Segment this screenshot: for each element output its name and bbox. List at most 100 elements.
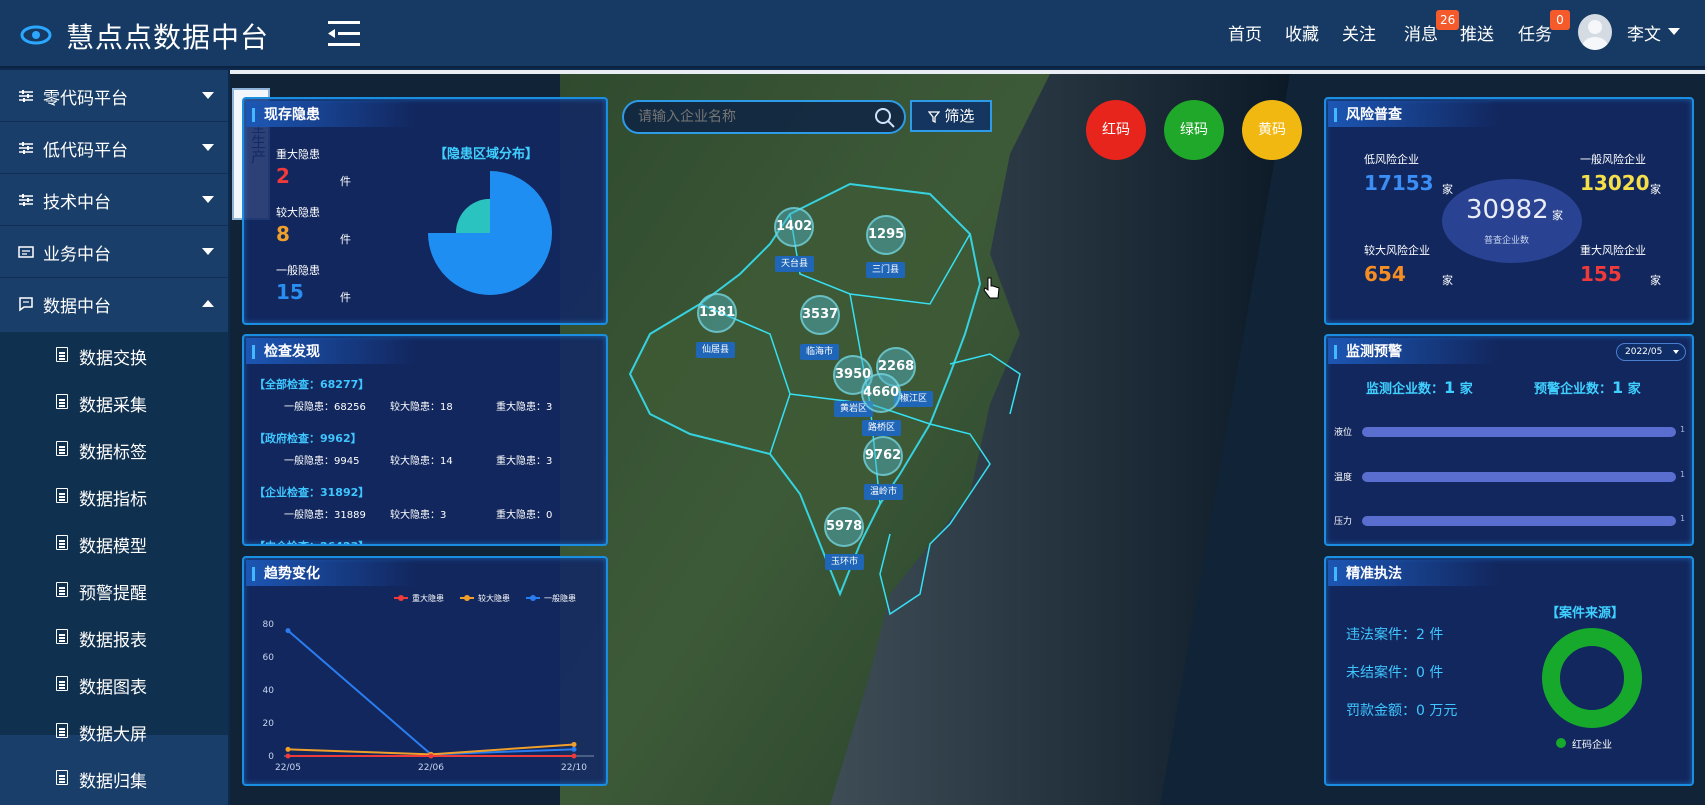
bar-end-value: 1 <box>1680 425 1686 434</box>
map-cluster[interactable]: 9762 <box>863 436 903 476</box>
city-label[interactable]: 玉环市 <box>825 554 865 570</box>
monitored-label: 监测企业数： <box>1366 382 1445 397</box>
sidebar-group-zero-code[interactable]: 零代码平台 <box>0 70 228 122</box>
pie-title: 【隐患区域分布】 <box>434 147 539 162</box>
sliders-icon <box>19 142 33 154</box>
bar-label: 液位 <box>1334 428 1353 438</box>
hazard-label: 一般隐患 <box>276 264 320 277</box>
risk-low-value: 17153 <box>1364 171 1434 195</box>
level-bar <box>1362 427 1676 437</box>
sidebar-item-data-collection[interactable]: 数据采集 <box>0 379 228 426</box>
search-input[interactable] <box>638 106 858 128</box>
chevron-down-icon <box>202 92 214 99</box>
top-bar: 慧点点数据中台 首页 收藏 关注 消息 26 推送 任务 0 李文 <box>0 0 1705 68</box>
data-point[interactable] <box>428 753 434 759</box>
sidebar-item-reports[interactable]: 数据报表 <box>0 614 228 661</box>
sidebar-item-data-model[interactable]: 数据模型 <box>0 520 228 567</box>
menu-collapse-icon[interactable] <box>326 19 362 49</box>
sidebar-item-label: 数据指标 <box>79 490 147 510</box>
monitored-unit: 家 <box>1459 382 1473 397</box>
nav-messages[interactable]: 消息 <box>1404 20 1438 45</box>
inspection-heading: 【企业检查：31892】 <box>254 486 370 499</box>
data-point[interactable] <box>571 753 577 759</box>
sidebar-item-data-archive[interactable]: 数据归集 <box>0 755 228 802</box>
filter-button[interactable]: 筛选 <box>910 100 992 132</box>
nav-tasks[interactable]: 任务 <box>1518 20 1552 45</box>
city-label[interactable]: 天台县 <box>775 256 815 272</box>
hazard-unit: 件 <box>340 291 351 304</box>
sidebar-item-data-metrics[interactable]: 数据指标 <box>0 473 228 520</box>
city-label[interactable]: 临海市 <box>800 344 840 360</box>
data-point[interactable] <box>285 746 291 752</box>
search-icon[interactable] <box>874 107 896 129</box>
chevron-down-icon <box>202 248 214 255</box>
sidebar-group-low-code[interactable]: 低代码平台 <box>0 122 228 174</box>
risk-major-value: 155 <box>1580 262 1622 286</box>
pie-slice[interactable] <box>455 198 490 233</box>
sidebar-item-data-exchange[interactable]: 数据交换 <box>0 332 228 379</box>
donut-slice[interactable] <box>1542 628 1642 728</box>
user-name[interactable]: 李文 <box>1627 20 1661 45</box>
sidebar-group-tech[interactable]: 技术中台 <box>0 174 228 226</box>
messages-badge: 26 <box>1436 10 1460 30</box>
legend-marker <box>530 595 536 601</box>
sidebar-item-label: 数据标签 <box>79 443 147 463</box>
nav-home[interactable]: 首页 <box>1228 20 1262 45</box>
sidebar-item-charts[interactable]: 数据图表 <box>0 661 228 708</box>
red-code-button[interactable]: 红码 <box>1086 100 1146 160</box>
hazard-pie-chart[interactable] <box>420 163 560 303</box>
risk-larger-value: 654 <box>1364 262 1406 286</box>
nav-favorites[interactable]: 收藏 <box>1285 20 1319 45</box>
hazard-unit: 件 <box>340 233 351 246</box>
y-tick-label: 60 <box>263 653 275 663</box>
nav-follow[interactable]: 关注 <box>1342 20 1376 45</box>
yellow-code-button[interactable]: 黄码 <box>1242 100 1302 160</box>
inspection-larger: 较大隐患：14 <box>390 456 453 467</box>
sidebar-group-business[interactable]: 业务中台 <box>0 226 228 278</box>
document-icon <box>56 676 68 691</box>
panel-title: 精准执法 <box>1334 562 1402 586</box>
map-cluster[interactable]: 1381 <box>697 293 737 333</box>
city-label[interactable]: 仙居县 <box>696 342 736 358</box>
map-cluster[interactable]: 1295 <box>866 215 906 255</box>
green-code-button[interactable]: 绿码 <box>1164 100 1224 160</box>
data-point[interactable] <box>285 628 291 634</box>
city-label[interactable]: 温岭市 <box>864 484 904 500</box>
panel-title: 风险普查 <box>1334 103 1402 127</box>
user-menu-caret-icon[interactable] <box>1668 28 1680 35</box>
data-point[interactable] <box>285 753 291 759</box>
sidebar-item-data-tags[interactable]: 数据标签 <box>0 426 228 473</box>
document-icon <box>56 347 68 362</box>
risk-unit: 家 <box>1650 183 1661 196</box>
map-cluster[interactable]: 3537 <box>800 295 840 335</box>
sidebar-item-alerts[interactable]: 预警提醒 <box>0 567 228 614</box>
legend-marker <box>464 595 470 601</box>
document-icon <box>56 723 68 738</box>
sidebar-group-data[interactable]: 数据中台 <box>0 278 228 330</box>
city-label[interactable]: 三门县 <box>866 262 906 278</box>
sidebar-group-label: 数据中台 <box>43 297 111 317</box>
trend-line-chart[interactable]: 0 20 40 60 80 22/05 22/06 22/10 重大隐患 较大隐患 一般隐患 <box>244 584 606 784</box>
chevron-down-icon <box>1673 350 1679 354</box>
date-select[interactable]: 2022/05 <box>1616 343 1686 361</box>
risk-general-label: 一般风险企业 <box>1580 153 1646 166</box>
case-source-donut[interactable] <box>1540 626 1644 730</box>
chevron-down-icon <box>202 144 214 151</box>
map-cluster[interactable]: 5978 <box>824 507 864 547</box>
y-tick-label: 0 <box>268 752 274 762</box>
legend-marker <box>398 595 404 601</box>
hazard-value: 8 <box>276 222 290 246</box>
map-cluster[interactable]: 4660 <box>861 373 901 413</box>
sidebar-item-big-screen[interactable]: 数据大屏 <box>0 708 228 755</box>
sidebar-item-label: 数据图表 <box>79 678 147 698</box>
nav-push[interactable]: 推送 <box>1460 20 1494 45</box>
trend-panel: 趋势变化 0 20 40 60 80 22/05 22/06 22/10 重大隐患 较大隐患 一般隐… <box>242 556 608 786</box>
data-point[interactable] <box>571 741 577 747</box>
data-point[interactable] <box>571 746 577 752</box>
company-search[interactable] <box>622 100 906 134</box>
map-cluster[interactable]: 1402 <box>774 207 814 247</box>
sidebar-item-label: 预警提醒 <box>79 584 147 604</box>
hazard-value: 15 <box>276 280 304 304</box>
avatar[interactable] <box>1578 14 1612 50</box>
city-label[interactable]: 路桥区 <box>862 420 902 436</box>
